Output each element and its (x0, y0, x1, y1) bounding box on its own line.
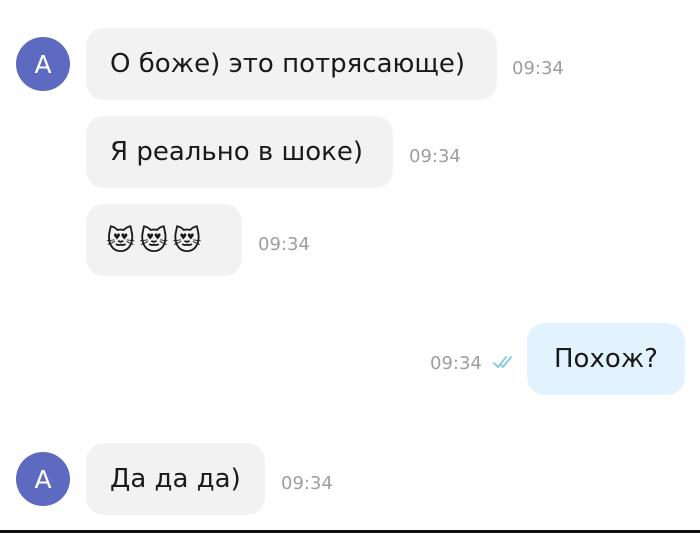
heart-eyes-cat-emoji: 😻 (139, 223, 169, 257)
message-bubble-incoming[interactable]: 😻 😻 😻 (86, 204, 242, 276)
message-text: Похож? (554, 344, 658, 374)
message-bubble-incoming[interactable]: О боже) это потрясающе) (86, 28, 497, 100)
heart-eyes-cat-emoji: 😻 (172, 223, 202, 257)
message-bubble-incoming[interactable]: Я реально в шоке) (86, 116, 393, 188)
message-timestamp: 09:34 (430, 353, 482, 374)
message-timestamp: 09:34 (281, 473, 333, 494)
avatar[interactable]: A (16, 37, 70, 91)
message-bubble-outgoing[interactable]: Похож? (527, 323, 685, 395)
double-check-icon (493, 356, 512, 368)
heart-eyes-cat-emoji: 😻 (106, 223, 136, 257)
message-text: Да да да) (110, 464, 241, 494)
message-text: Я реально в шоке) (110, 137, 364, 167)
message-timestamp: 09:34 (258, 234, 310, 255)
message-bubble-incoming[interactable]: Да да да) (86, 443, 265, 515)
avatar[interactable]: A (16, 452, 70, 506)
message-text: О боже) это потрясающе) (110, 49, 466, 79)
message-timestamp: 09:34 (409, 146, 461, 167)
emoji-row: 😻 😻 😻 (106, 224, 202, 257)
message-timestamp: 09:34 (512, 58, 564, 79)
